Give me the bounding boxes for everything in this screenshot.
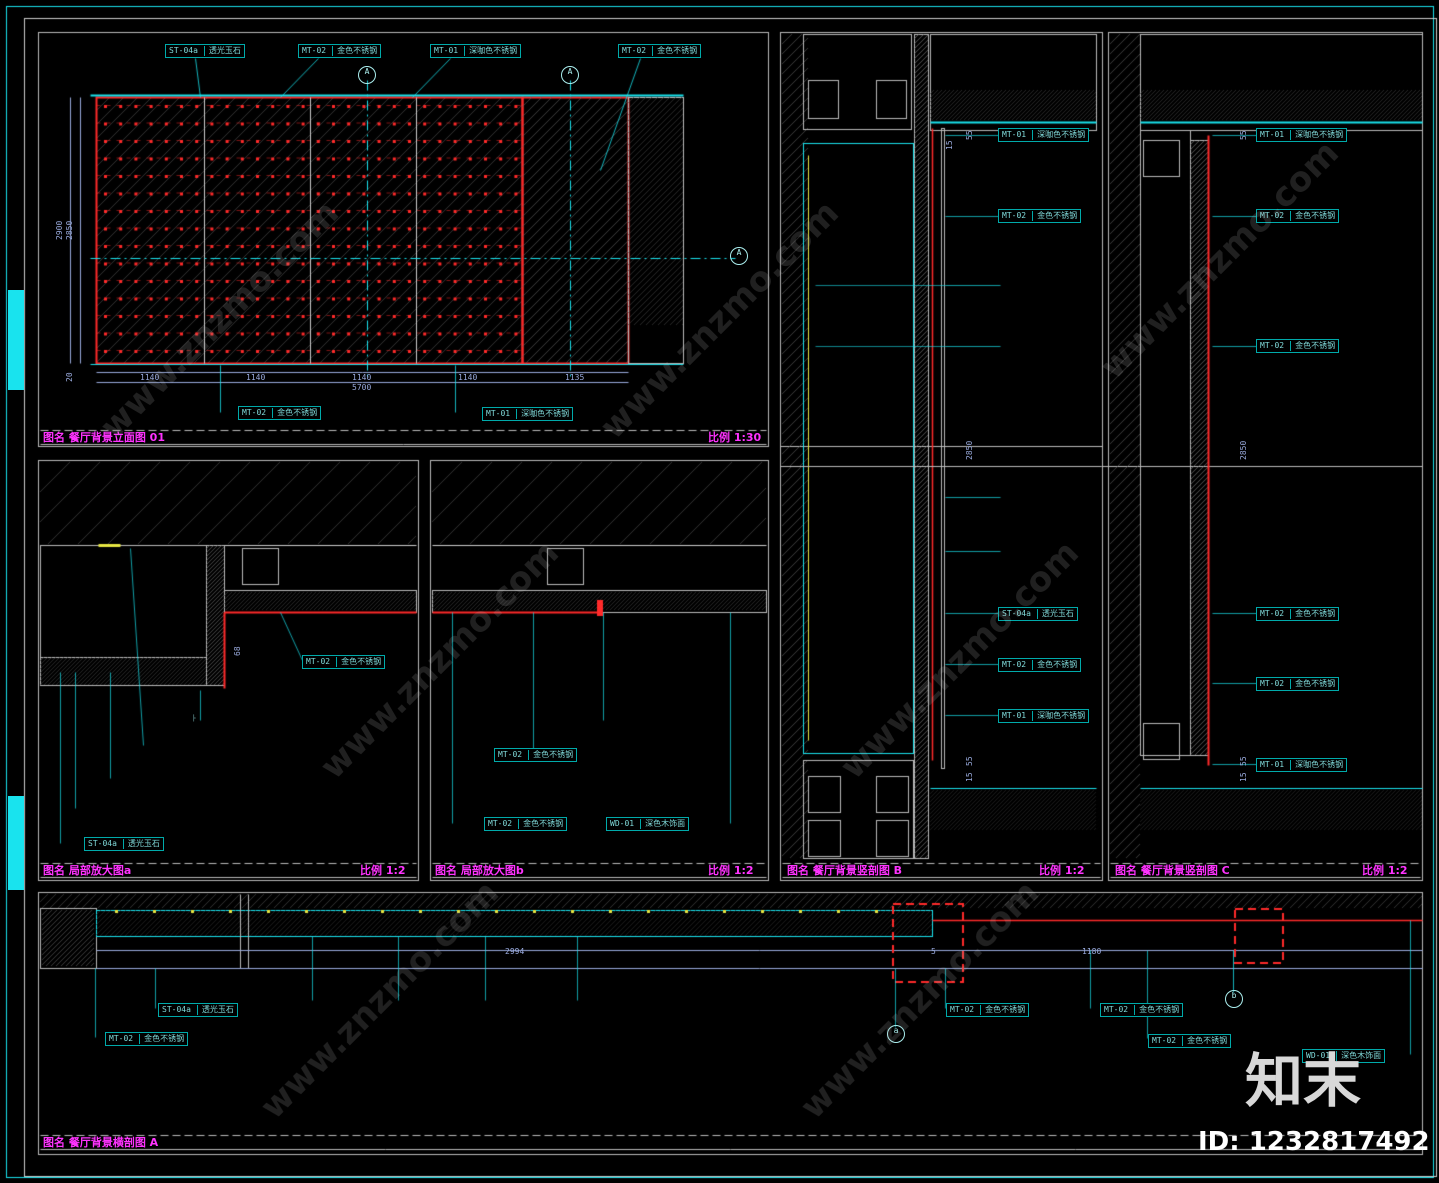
drawing-scale: 比例 1:2 xyxy=(1039,864,1085,877)
dimension-label: 55 xyxy=(965,130,974,140)
material-tag: MT-01 深咖色不锈钢 xyxy=(482,407,574,421)
section-mark: A xyxy=(358,66,376,84)
section-mark: A xyxy=(730,247,748,265)
material-tag: MT-01 深咖色不锈钢 xyxy=(998,128,1090,142)
dimension-label: 2850 xyxy=(965,440,974,460)
material-tag: MT-02 金色不锈钢 xyxy=(946,1003,1030,1017)
drawing-scale: 比例 1:2 xyxy=(360,864,406,877)
dimension-label: 2850 xyxy=(1239,440,1248,460)
dimension-label: 2850 xyxy=(65,220,74,240)
material-tag: MT-02 金色不锈钢 xyxy=(494,748,578,762)
drawing-title: 图名 餐厅背景竖剖图 B xyxy=(787,864,903,877)
material-tag: MT-02 金色不锈钢 xyxy=(998,209,1082,223)
material-tag: MT-02 金色不锈钢 xyxy=(298,44,382,58)
material-tag: MT-02 金色不锈钢 xyxy=(1256,677,1340,691)
drawing-title: 图名 餐厅背景竖剖图 C xyxy=(1115,864,1230,877)
material-tag: MT-02 金色不锈钢 xyxy=(105,1032,189,1046)
dimension-label: 2994 xyxy=(505,947,525,956)
dimension-label: 1135 xyxy=(565,373,585,382)
dimension-label: 15 xyxy=(1239,772,1248,782)
dimension-label: 1140 xyxy=(352,373,372,382)
dimension-label: 2900 xyxy=(55,220,64,240)
drawing-scale: 比例 1:30 xyxy=(708,431,762,444)
material-tag: MT-02 金色不锈钢 xyxy=(1148,1034,1232,1048)
material-tag: MT-02 金色不锈钢 xyxy=(1100,1003,1184,1017)
dimension-label: 1140 xyxy=(458,373,478,382)
dimension-label: 55 xyxy=(1239,756,1248,766)
sidebar-marker-top xyxy=(8,290,24,390)
dimension-label: 55 xyxy=(965,756,974,766)
material-tag: ST-04a 透光玉石 xyxy=(158,1003,238,1017)
drawing-scale: 比例 1:2 xyxy=(708,864,754,877)
material-tag: MT-02 金色不锈钢 xyxy=(618,44,702,58)
material-tag: ST-04a 透光玉石 xyxy=(84,837,164,851)
dimension-label: 55 xyxy=(1239,130,1248,140)
drawing-scale: 比例 1:2 xyxy=(1362,864,1408,877)
brand-logo: 知末 xyxy=(1245,1047,1362,1115)
material-tag: MT-01 深咖色不锈钢 xyxy=(430,44,522,58)
material-tag: MT-02 金色不锈钢 xyxy=(1256,339,1340,353)
material-tag: MT-02 金色不锈钢 xyxy=(238,406,322,420)
dimension-label: 20 xyxy=(65,372,74,382)
material-tag: MT-01 深咖色不锈钢 xyxy=(998,709,1090,723)
dimension-label: 15 xyxy=(945,140,954,150)
material-tag: MT-02 金色不锈钢 xyxy=(302,655,386,669)
section-mark: A xyxy=(561,66,579,84)
drawing-title: 图名 餐厅背景横剖图 A xyxy=(43,1136,159,1149)
dimension-label: 1180 xyxy=(1082,947,1102,956)
drawing-title: 图名 局部放大图a xyxy=(43,864,132,877)
drawing-title: 图名 餐厅背景立面图 01 xyxy=(43,431,165,444)
material-tag: MT-01 深咖色不锈钢 xyxy=(1256,758,1348,772)
material-tag: MT-01 深咖色不锈钢 xyxy=(1256,128,1348,142)
sidebar-marker-bottom xyxy=(8,796,24,890)
material-tag: MT-02 金色不锈钢 xyxy=(484,817,568,831)
dimension-label: 5700 xyxy=(352,383,372,392)
detail-bubble: b xyxy=(1225,990,1243,1008)
image-id: ID: 1232817492 xyxy=(1198,1127,1430,1157)
material-tag: MT-02 金色不锈钢 xyxy=(998,658,1082,672)
dimension-label: 15 xyxy=(965,772,974,782)
note-label: ├ xyxy=(192,715,196,722)
dimension-label: 1140 xyxy=(246,373,266,382)
dimension-label: 68 xyxy=(233,646,242,656)
material-tag: ST-04a 透光玉石 xyxy=(165,44,245,58)
material-tag: WD-01 深色木饰面 xyxy=(606,817,690,831)
material-tag: MT-02 金色不锈钢 xyxy=(1256,607,1340,621)
